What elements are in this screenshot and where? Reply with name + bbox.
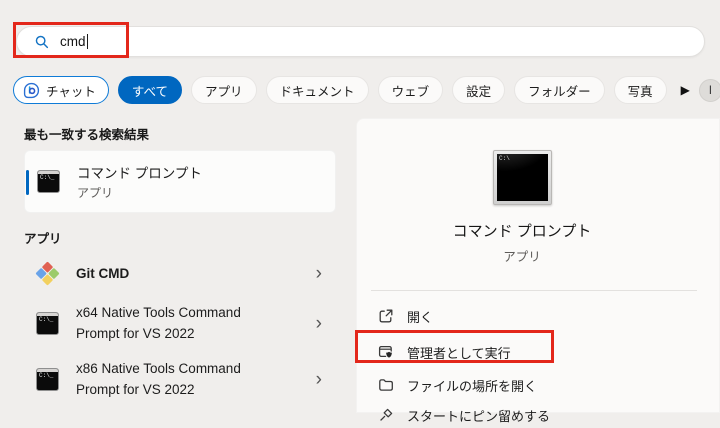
best-match-header: 最も一致する検索結果 xyxy=(24,128,150,142)
search-icon xyxy=(35,35,49,48)
best-match-subtitle: アプリ xyxy=(77,186,114,200)
cmd-app-icon: C:\_ xyxy=(36,367,59,391)
best-match-title: コマンド プロンプト xyxy=(77,166,202,181)
tab-label: 写真 xyxy=(627,84,653,99)
avatar-label: I xyxy=(708,83,713,97)
chevron-right-icon[interactable]: › xyxy=(316,314,322,333)
pin-icon xyxy=(380,408,393,421)
bing-chat-icon xyxy=(23,82,40,98)
selection-accent-bar xyxy=(26,170,29,195)
action-label: スタートにピン留めする xyxy=(407,408,551,424)
tab-documents[interactable]: ドキュメント xyxy=(265,76,369,104)
action-pin-to-start[interactable]: スタートにピン留めする xyxy=(371,402,697,428)
more-filters-arrow-icon[interactable]: ▶ xyxy=(681,84,690,96)
tab-folders[interactable]: フォルダー xyxy=(514,76,605,104)
tab-web[interactable]: ウェブ xyxy=(377,76,444,104)
tab-apps[interactable]: アプリ xyxy=(191,76,257,104)
preview-panel: C:\ コマンド プロンプト アプリ 開く 管理者として実行 ファイルの場所を開… xyxy=(356,118,720,424)
action-open-file-location[interactable]: ファイルの場所を開く xyxy=(371,372,697,398)
tab-label: アプリ xyxy=(205,84,243,99)
tab-label: 設定 xyxy=(466,84,492,99)
action-open[interactable]: 開く xyxy=(371,303,697,329)
cmd-app-icon: C:\_ xyxy=(37,170,60,193)
tab-photos[interactable]: 写真 xyxy=(613,76,667,104)
git-cmd-icon xyxy=(35,260,60,286)
app-result-title: x64 Native Tools Command Prompt for VS 2… xyxy=(76,305,241,341)
best-match-result[interactable]: C:\_ コマンド プロンプト アプリ xyxy=(24,150,336,213)
tab-chat[interactable]: チャット xyxy=(13,76,109,104)
app-result-x86-native-tools[interactable]: C:\_ x86 Native Tools Command Prompt for… xyxy=(24,352,336,406)
tab-label: フォルダー xyxy=(528,84,591,99)
tab-label: すべて xyxy=(131,84,169,99)
chevron-right-icon[interactable]: › xyxy=(316,370,322,389)
account-avatar[interactable]: I xyxy=(698,78,720,102)
action-run-as-administrator[interactable]: 管理者として実行 xyxy=(371,337,697,367)
preview-title: コマンド プロンプト xyxy=(452,223,592,240)
action-label: ファイルの場所を開く xyxy=(407,378,538,394)
app-result-x64-native-tools[interactable]: C:\_ x64 Native Tools Command Prompt for… xyxy=(24,296,336,350)
tab-label: ウェブ xyxy=(391,84,430,99)
app-result-title: x86 Native Tools Command Prompt for VS 2… xyxy=(76,361,241,397)
search-box[interactable]: cmd xyxy=(16,26,705,57)
open-external-icon xyxy=(379,309,393,323)
action-label: 管理者として実行 xyxy=(407,345,511,361)
cmd-app-icon: C:\_ xyxy=(36,311,59,335)
filter-tabs-row: チャット すべて アプリ ドキュメント ウェブ 設定 フォルダー 写真 ▶ I … xyxy=(13,75,720,105)
app-result-title: Git CMD xyxy=(76,265,130,281)
preview-subtitle: アプリ xyxy=(503,250,541,264)
tab-label: ドキュメント xyxy=(279,84,355,99)
apps-section-header: アプリ xyxy=(24,232,62,246)
admin-shield-icon xyxy=(378,345,393,359)
text-caret xyxy=(86,34,88,49)
divider xyxy=(371,290,697,291)
cmd-app-icon-large: C:\ xyxy=(493,150,552,205)
tab-all[interactable]: すべて xyxy=(117,76,183,104)
tabs-right-cluster: I ··· xyxy=(698,77,720,104)
tab-chat-label: チャット xyxy=(46,84,96,99)
chevron-right-icon[interactable]: › xyxy=(316,264,322,283)
search-input-value[interactable]: cmd xyxy=(60,34,86,49)
action-label: 開く xyxy=(407,309,434,325)
app-result-git-cmd[interactable]: Git CMD › xyxy=(24,252,336,294)
tab-settings[interactable]: 設定 xyxy=(452,76,506,104)
folder-icon xyxy=(379,379,393,391)
